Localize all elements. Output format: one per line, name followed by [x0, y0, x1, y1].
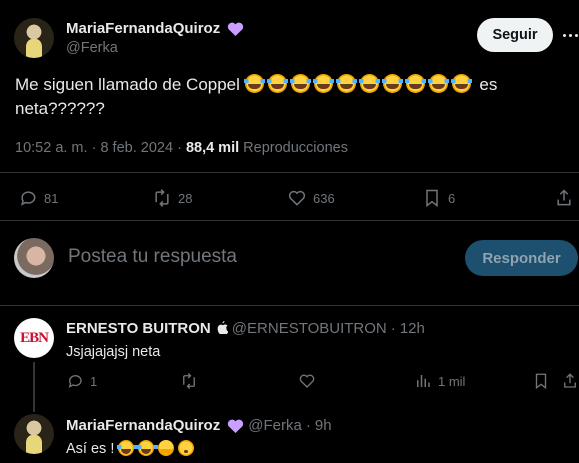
retweet-count: 28	[178, 190, 193, 206]
laughing-emoji	[117, 440, 139, 456]
bookmark-action[interactable]: 6	[422, 188, 455, 208]
reply-views-action[interactable]: 1 mil	[414, 372, 465, 390]
author-name[interactable]: MariaFernandaQuiroz	[66, 20, 220, 37]
tweet-text-tail: es	[479, 75, 498, 94]
respond-button[interactable]: Responder	[465, 240, 578, 276]
tweet-text: Me siguen llamado de Coppel es neta?????…	[15, 73, 535, 121]
thread-connector	[33, 362, 35, 412]
like-icon	[299, 374, 315, 388]
reply-author-name[interactable]: ERNESTO BUITRON	[66, 320, 211, 337]
views-icon	[417, 375, 430, 387]
verified-heart-icon	[228, 419, 244, 433]
reply-text: Así es !	[66, 441, 115, 457]
verified-heart-icon	[228, 22, 244, 36]
reply-header: ERNESTO BUITRON @ERNESTOBUITRON · 12h	[66, 320, 425, 337]
laughing-emoji	[450, 74, 472, 93]
laughing-emoji	[335, 74, 357, 93]
reply-time[interactable]: 9h	[315, 417, 332, 434]
tweet-time[interactable]: 10:52 a. m.	[15, 140, 88, 156]
follow-button[interactable]: Seguir	[477, 18, 553, 52]
like-count: 636	[313, 190, 335, 206]
like-action[interactable]: 636	[287, 188, 335, 208]
reply-bookmark-action[interactable]	[532, 372, 550, 390]
reply-text-row: Así es !	[66, 440, 198, 457]
reply-input[interactable]: Postea tu respuesta	[68, 246, 237, 268]
reply-text: Jsjajajajsj neta	[66, 344, 161, 360]
views-label: Reproducciones	[243, 140, 348, 156]
views-count[interactable]: 88,4 mil	[186, 140, 239, 156]
meta-separator: ·	[91, 140, 97, 156]
meta-separator: ·	[177, 140, 182, 156]
tweet-meta: 10:52 a. m. · 8 feb. 2024 · 88,4 mil Rep…	[15, 140, 348, 156]
share-icon	[564, 373, 576, 388]
reply-views-count: 1 mil	[438, 373, 466, 389]
bookmark-count: 6	[448, 190, 456, 206]
reply-separator: ·	[390, 320, 396, 337]
reply-action[interactable]: 81	[18, 188, 58, 208]
laughing-emoji	[427, 74, 449, 93]
laughing-emoji	[266, 74, 288, 93]
reply-retweet-action[interactable]	[180, 372, 198, 390]
hugging-emoji	[158, 440, 175, 456]
divider	[0, 305, 579, 306]
share-icon	[557, 189, 571, 206]
divider	[0, 172, 579, 173]
reply-share-action[interactable]	[561, 372, 579, 390]
laughing-emoji	[404, 74, 426, 93]
reply-author-handle[interactable]: @ERNESTOBUITRON	[232, 320, 387, 337]
apple-icon	[217, 321, 229, 335]
reply-author-avatar[interactable]	[14, 414, 54, 454]
author-handle[interactable]: @Ferka	[66, 40, 118, 56]
more-icon[interactable]	[563, 26, 579, 44]
retweet-action[interactable]: 28	[152, 188, 192, 208]
laughing-emoji	[358, 74, 380, 93]
reply-count: 81	[44, 190, 59, 206]
reply-avatar-logo[interactable]: EBN	[14, 318, 54, 358]
retweet-icon	[155, 189, 169, 207]
bookmark-icon	[535, 373, 547, 390]
reply-icon	[68, 375, 82, 388]
reply-icon	[21, 191, 36, 206]
laughing-emoji	[137, 440, 159, 456]
author-avatar[interactable]	[14, 18, 54, 58]
tweet-date[interactable]: 8 feb. 2024	[100, 140, 173, 156]
bookmark-icon	[426, 189, 438, 207]
reply-author-name[interactable]: MariaFernandaQuiroz	[66, 417, 220, 434]
tweet-text-main: Me siguen llamado de Coppel	[15, 75, 240, 94]
laughing-emoji	[312, 74, 334, 93]
share-action[interactable]	[554, 188, 574, 208]
laughing-emoji	[381, 74, 403, 93]
laughing-emoji-group	[243, 74, 480, 94]
rolling-eyes-emoji	[178, 440, 195, 456]
laughing-emoji	[243, 74, 265, 93]
reply-time[interactable]: 12h	[400, 320, 425, 337]
reply-reply-action[interactable]: 1	[66, 372, 97, 390]
retweet-icon	[183, 373, 195, 389]
tweet-text-line2: neta??????	[15, 99, 105, 118]
reply-author-handle[interactable]: @Ferka	[248, 417, 302, 434]
reply-separator: ·	[305, 417, 311, 434]
reply-like-action[interactable]	[298, 372, 316, 390]
divider	[0, 220, 579, 221]
author-name-row: MariaFernandaQuiroz	[66, 20, 244, 37]
reply-reply-count: 1	[90, 373, 98, 389]
reply-header: MariaFernandaQuiroz @Ferka · 9h	[66, 417, 332, 434]
laughing-emoji	[289, 74, 311, 93]
current-user-avatar[interactable]	[14, 238, 54, 278]
like-icon	[288, 190, 306, 206]
